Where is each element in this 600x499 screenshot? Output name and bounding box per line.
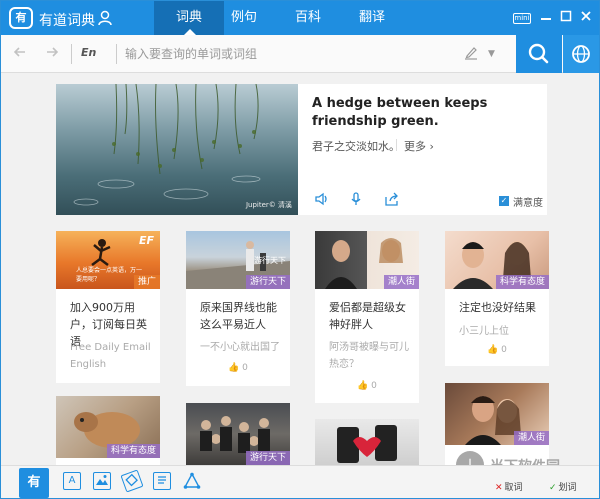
card-badge: 科学有态度 bbox=[106, 444, 160, 458]
image-tag: 游行天下 bbox=[254, 256, 286, 265]
card-badge: 游行天下 bbox=[245, 275, 290, 289]
arrow-left-icon bbox=[13, 47, 25, 57]
web-search-button[interactable] bbox=[563, 35, 599, 73]
microphone-icon[interactable] bbox=[348, 192, 364, 206]
youdao-logo-icon: 有 bbox=[27, 475, 41, 490]
letter-a-icon: A bbox=[68, 475, 76, 486]
card-title: 注定也没好结果 bbox=[459, 301, 536, 314]
card-subtitle: 一不小心就出国了 bbox=[200, 342, 280, 353]
minimize-icon bbox=[541, 18, 551, 20]
divider bbox=[116, 44, 117, 64]
share-icon[interactable] bbox=[384, 192, 400, 206]
back-button[interactable] bbox=[11, 45, 29, 63]
news-card[interactable] bbox=[315, 419, 419, 465]
bottom-toolbar: 有 A ✕ 取词 ✓ 划词 bbox=[1, 465, 599, 498]
word-book-button[interactable]: A bbox=[63, 472, 81, 490]
document-icon bbox=[158, 476, 166, 484]
maximize-icon bbox=[560, 10, 572, 22]
news-card[interactable]: EF 人总要会一点英语，万一要用呢？ 推广 加入900万用户，订阅每日英语 Fr… bbox=[56, 231, 160, 383]
tag-icon bbox=[125, 473, 138, 487]
network-button[interactable] bbox=[183, 472, 201, 490]
globe-icon bbox=[572, 45, 590, 63]
search-icon bbox=[528, 43, 549, 64]
more-link[interactable]: 更多 › bbox=[396, 138, 434, 154]
tab-examples[interactable]: 例句 bbox=[209, 1, 279, 35]
maximize-button[interactable] bbox=[559, 10, 573, 24]
tab-encyclopedia[interactable]: 百科 bbox=[273, 1, 343, 35]
forward-button[interactable] bbox=[43, 45, 61, 63]
daily-sentence-image: Jupiter© 清溪 bbox=[56, 84, 298, 215]
handwriting-icon[interactable] bbox=[463, 45, 479, 61]
card-badge: 潮人街 bbox=[383, 275, 419, 289]
card-image bbox=[315, 419, 419, 465]
screen-capture-toggle[interactable]: ✕ 取词 bbox=[495, 480, 523, 493]
card-badge: 游行天下 bbox=[245, 451, 290, 465]
minimize-button[interactable] bbox=[539, 10, 553, 24]
card-image: 游行天下 游行天下 bbox=[186, 231, 290, 289]
card-badge: 科学有态度 bbox=[495, 275, 549, 289]
search-input[interactable] bbox=[125, 42, 455, 66]
mini-mode-button[interactable]: mini bbox=[513, 13, 531, 24]
picture-icon bbox=[96, 475, 108, 485]
youdao-logo-icon: 有 bbox=[9, 7, 33, 29]
news-card[interactable]: 科学有态度 注定也没好结果 小三儿上位 👍 0 bbox=[445, 231, 549, 366]
title-bar: 有 有道词典 词典 例句 百科 翻译 mini bbox=[1, 1, 599, 35]
news-card[interactable]: 游行天下 bbox=[186, 403, 290, 465]
language-selector[interactable]: En bbox=[81, 46, 96, 59]
select-translate-toggle[interactable]: ✓ 划词 bbox=[549, 480, 577, 493]
news-card[interactable]: 潮人街 爱侣都是超级女神好胖人 阿汤哥被曝与可儿热恋？ 👍 0 bbox=[315, 231, 419, 403]
card-title: 原来国界线也能这么平易近人 bbox=[200, 301, 277, 331]
satisfaction-checkbox[interactable]: ✓ bbox=[499, 196, 509, 206]
tab-translate[interactable]: 翻译 bbox=[337, 1, 407, 35]
app-title: 有道词典 bbox=[39, 13, 95, 29]
search-button[interactable] bbox=[516, 35, 562, 73]
card-subtitle: 阿汤哥被曝与可儿热恋？ bbox=[329, 342, 409, 370]
arrow-right-icon bbox=[47, 47, 59, 57]
news-card[interactable]: 游行天下 游行天下 原来国界线也能这么平易近人 一不小心就出国了 👍 0 bbox=[186, 231, 290, 386]
triangle-network-icon bbox=[183, 472, 201, 489]
flashcard-button[interactable] bbox=[120, 469, 144, 493]
card-image: 游行天下 bbox=[186, 403, 290, 465]
news-card[interactable]: 科学有态度 bbox=[56, 396, 160, 466]
card-image: 潮人街 bbox=[315, 231, 419, 289]
card-image: EF 人总要会一点英语，万一要用呢？ 推广 bbox=[56, 231, 160, 289]
daily-sentence-chinese: 君子之交淡如水。 bbox=[312, 140, 400, 153]
card-image: 潮人街 bbox=[445, 383, 549, 445]
card-title: 爱侣都是超级女神好胖人 bbox=[329, 301, 406, 331]
document-button[interactable] bbox=[153, 472, 171, 490]
like-count[interactable]: 👍 0 bbox=[445, 345, 549, 355]
like-count[interactable]: 👍 0 bbox=[315, 381, 419, 391]
card-badge: 潮人街 bbox=[513, 431, 549, 445]
card-image: 科学有态度 bbox=[445, 231, 549, 289]
app-window: 有 有道词典 词典 例句 百科 翻译 mini En 输入要查询的单词或词组 ▼… bbox=[0, 0, 600, 499]
chevron-down-icon[interactable]: ▼ bbox=[488, 45, 495, 63]
card-subtitle: Free Daily Email English bbox=[70, 342, 151, 370]
willow-branches-illustration bbox=[73, 84, 261, 206]
divider bbox=[71, 44, 72, 64]
home-button[interactable]: 有 bbox=[19, 468, 49, 498]
phones-heart-illustration bbox=[337, 425, 397, 463]
close-button[interactable] bbox=[579, 10, 593, 24]
daily-sentence-english: A hedge between keeps friendship green. bbox=[312, 96, 488, 129]
like-count[interactable]: 👍 0 bbox=[186, 363, 290, 373]
speaker-icon[interactable] bbox=[314, 192, 330, 206]
user-icon[interactable] bbox=[98, 10, 112, 26]
satisfaction-label: 满意度 bbox=[513, 198, 543, 209]
image-credit: Jupiter© 清溪 bbox=[245, 201, 292, 209]
card-subtitle: 小三儿上位 bbox=[459, 326, 509, 337]
card-image: 科学有态度 bbox=[56, 396, 160, 458]
card-badge: 推广 bbox=[133, 275, 160, 289]
daily-sentence-card[interactable]: Jupiter© 清溪 A hedge between keeps friend… bbox=[56, 84, 547, 215]
image-translate-button[interactable] bbox=[93, 472, 111, 490]
close-icon bbox=[581, 11, 591, 21]
search-bar: En ▼ bbox=[1, 35, 599, 73]
